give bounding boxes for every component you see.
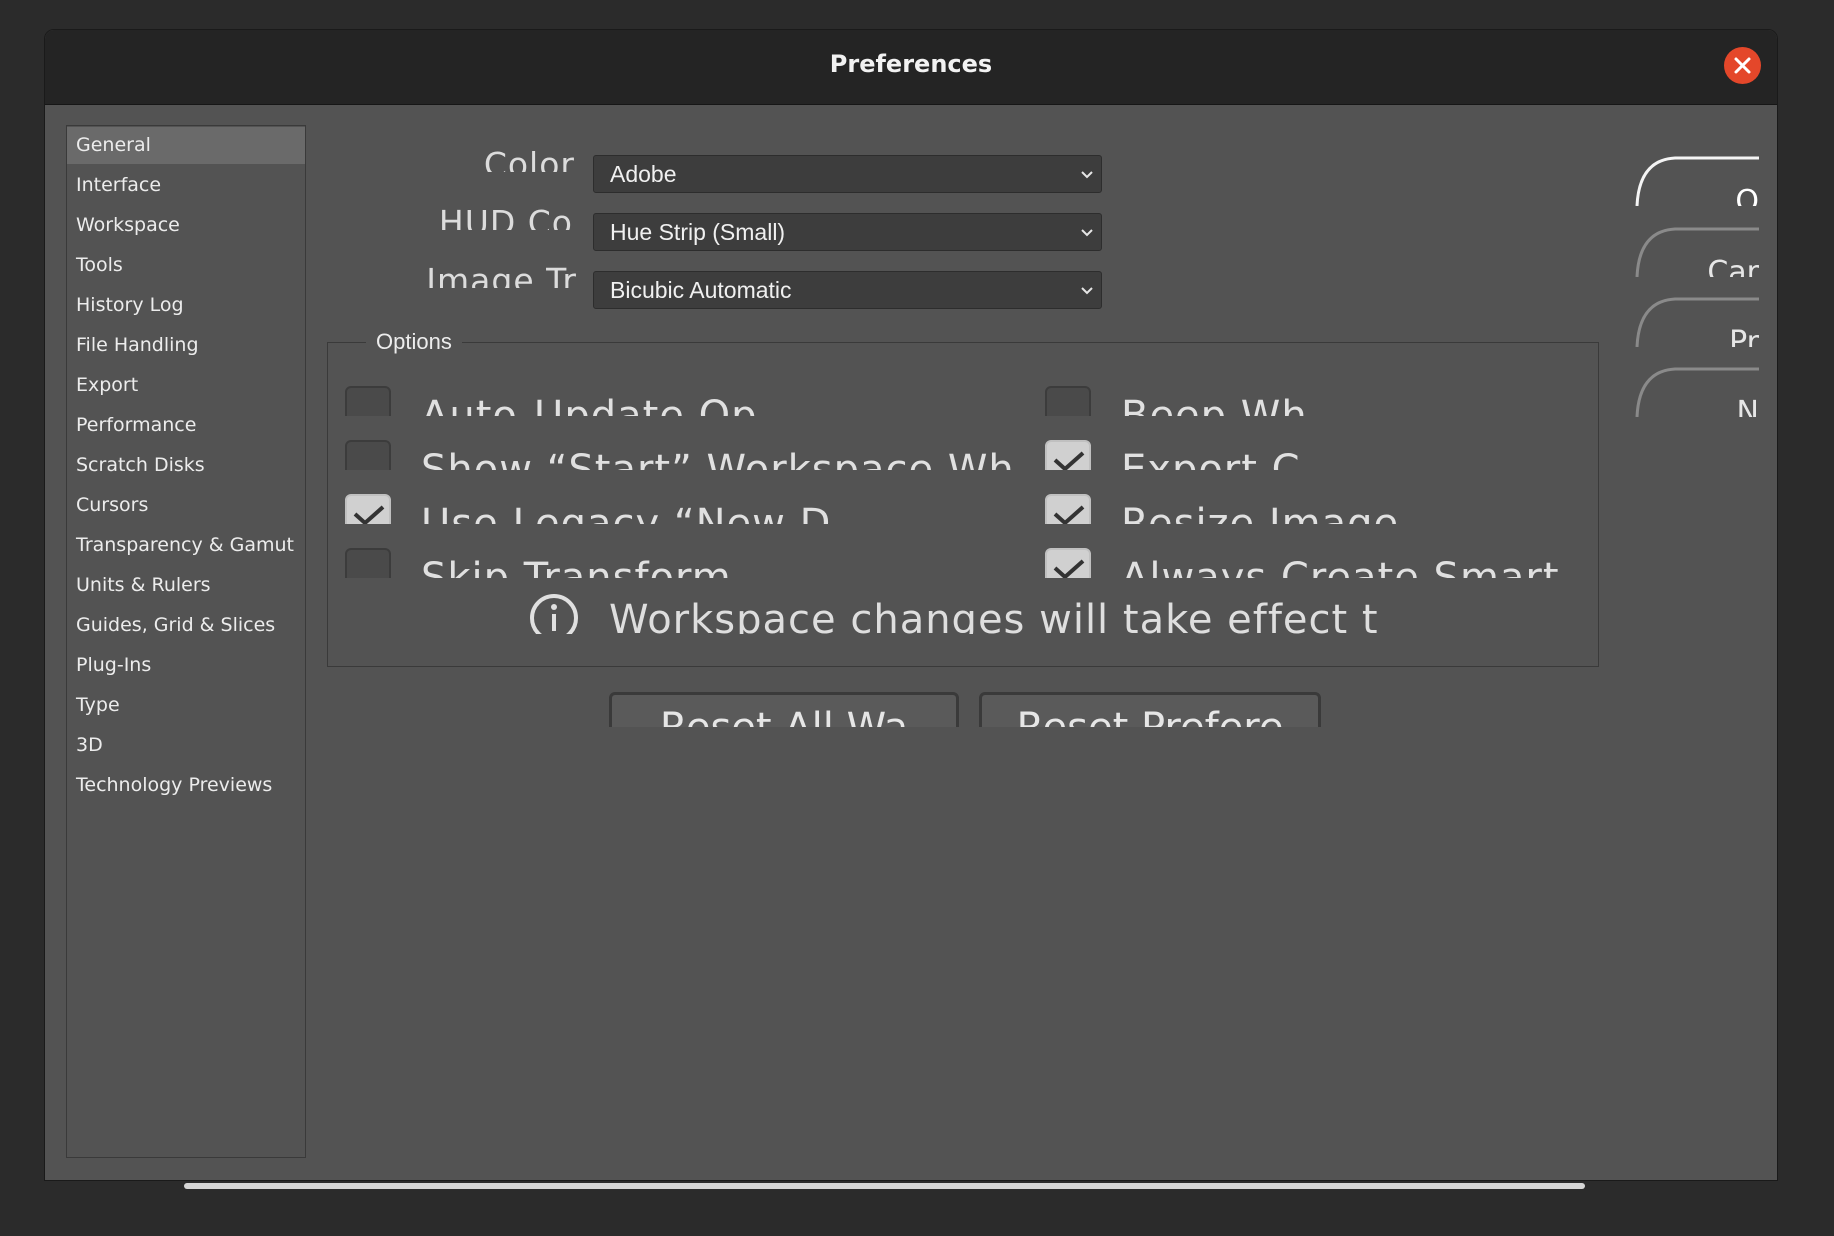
button-label: O: [1735, 184, 1759, 206]
close-icon: [1734, 57, 1751, 74]
workspace-info-note: Workspace changes will take effect th: [528, 592, 1378, 634]
title-bar: Preferences: [45, 30, 1777, 105]
option-label: Skip Transform: [421, 555, 732, 578]
option-label: Show “Start” Workspace Wh: [421, 447, 1015, 470]
horizontal-scrollbar[interactable]: [184, 1183, 1585, 1189]
button-label: Reset Prefere: [979, 700, 1321, 727]
next-button[interactable]: N: [1635, 367, 1759, 417]
option-skip-transform[interactable]: Skip Transform: [345, 548, 1025, 578]
hud-color-picker-value: Hue Strip (Small): [610, 219, 786, 245]
options-group: Options Auto-Update Op Show “Start” Work…: [327, 329, 1599, 667]
option-export-clipboard[interactable]: Export C: [1045, 440, 1565, 470]
checkbox[interactable]: [345, 386, 391, 416]
hud-color-picker-label: HUD Co: [438, 203, 573, 230]
checkbox-checked[interactable]: [345, 494, 391, 524]
cancel-button[interactable]: Car: [1635, 227, 1759, 277]
chevron-down-icon: [1081, 229, 1093, 237]
checkbox-checked[interactable]: [1045, 548, 1091, 578]
button-label: Car: [1707, 255, 1759, 277]
reset-all-warnings-button[interactable]: Reset All Wa: [609, 692, 959, 727]
close-button[interactable]: [1724, 47, 1761, 84]
button-label: Pr: [1729, 325, 1759, 347]
reset-preferences-button[interactable]: Reset Prefere: [979, 692, 1321, 727]
option-label: Export C: [1121, 447, 1301, 470]
checkbox[interactable]: [345, 440, 391, 470]
prev-button[interactable]: Pr: [1635, 297, 1759, 347]
checkbox[interactable]: [1045, 386, 1091, 416]
info-text: Workspace changes will take effect th: [609, 597, 1378, 634]
image-interpolation-label: Image Tr: [426, 261, 577, 288]
option-use-legacy-new-document[interactable]: Use Legacy “New D: [345, 494, 1025, 524]
color-picker-value: Adobe: [610, 161, 677, 187]
preferences-dialog: Preferences General Interface Workspace …: [44, 29, 1778, 1181]
checkbox-checked[interactable]: [1045, 440, 1091, 470]
checkbox-checked[interactable]: [1045, 494, 1091, 524]
option-label: Resize Image: [1121, 501, 1400, 524]
checkmark-icon: [1053, 505, 1085, 524]
checkmark-icon: [1053, 451, 1085, 470]
chevron-down-icon: [1081, 287, 1093, 295]
button-label: Reset All Wa: [609, 700, 959, 727]
option-label: Use Legacy “New D: [421, 501, 832, 524]
info-icon: [530, 594, 578, 634]
option-label: Auto-Update Op: [421, 393, 758, 416]
checkmark-icon: [1053, 559, 1085, 578]
option-label: Beep Wh: [1121, 393, 1308, 416]
option-label: Always Create Smart C: [1121, 555, 1575, 578]
ok-button[interactable]: O: [1635, 156, 1759, 206]
general-panel: Color Adobe HUD Co Hue Strip (Small) Ima…: [45, 106, 1777, 1180]
color-picker-select[interactable]: Adobe: [593, 155, 1102, 193]
chevron-down-icon: [1081, 171, 1093, 179]
checkmark-icon: [353, 505, 385, 524]
color-picker-label: Color: [483, 145, 575, 172]
option-show-start-workspace[interactable]: Show “Start” Workspace Wh: [345, 440, 1025, 470]
button-label: N: [1736, 395, 1759, 417]
option-auto-update[interactable]: Auto-Update Op: [345, 386, 965, 416]
option-resize-image[interactable]: Resize Image: [1045, 494, 1565, 524]
dialog-title: Preferences: [829, 50, 993, 78]
option-beep[interactable]: Beep Wh: [1045, 386, 1565, 416]
option-always-create-smart-objects[interactable]: Always Create Smart C: [1045, 548, 1575, 578]
checkbox[interactable]: [345, 548, 391, 578]
options-legend: Options: [366, 329, 462, 355]
image-interpolation-value: Bicubic Automatic: [610, 277, 792, 303]
hud-color-picker-select[interactable]: Hue Strip (Small): [593, 213, 1102, 251]
image-interpolation-select[interactable]: Bicubic Automatic: [593, 271, 1102, 309]
